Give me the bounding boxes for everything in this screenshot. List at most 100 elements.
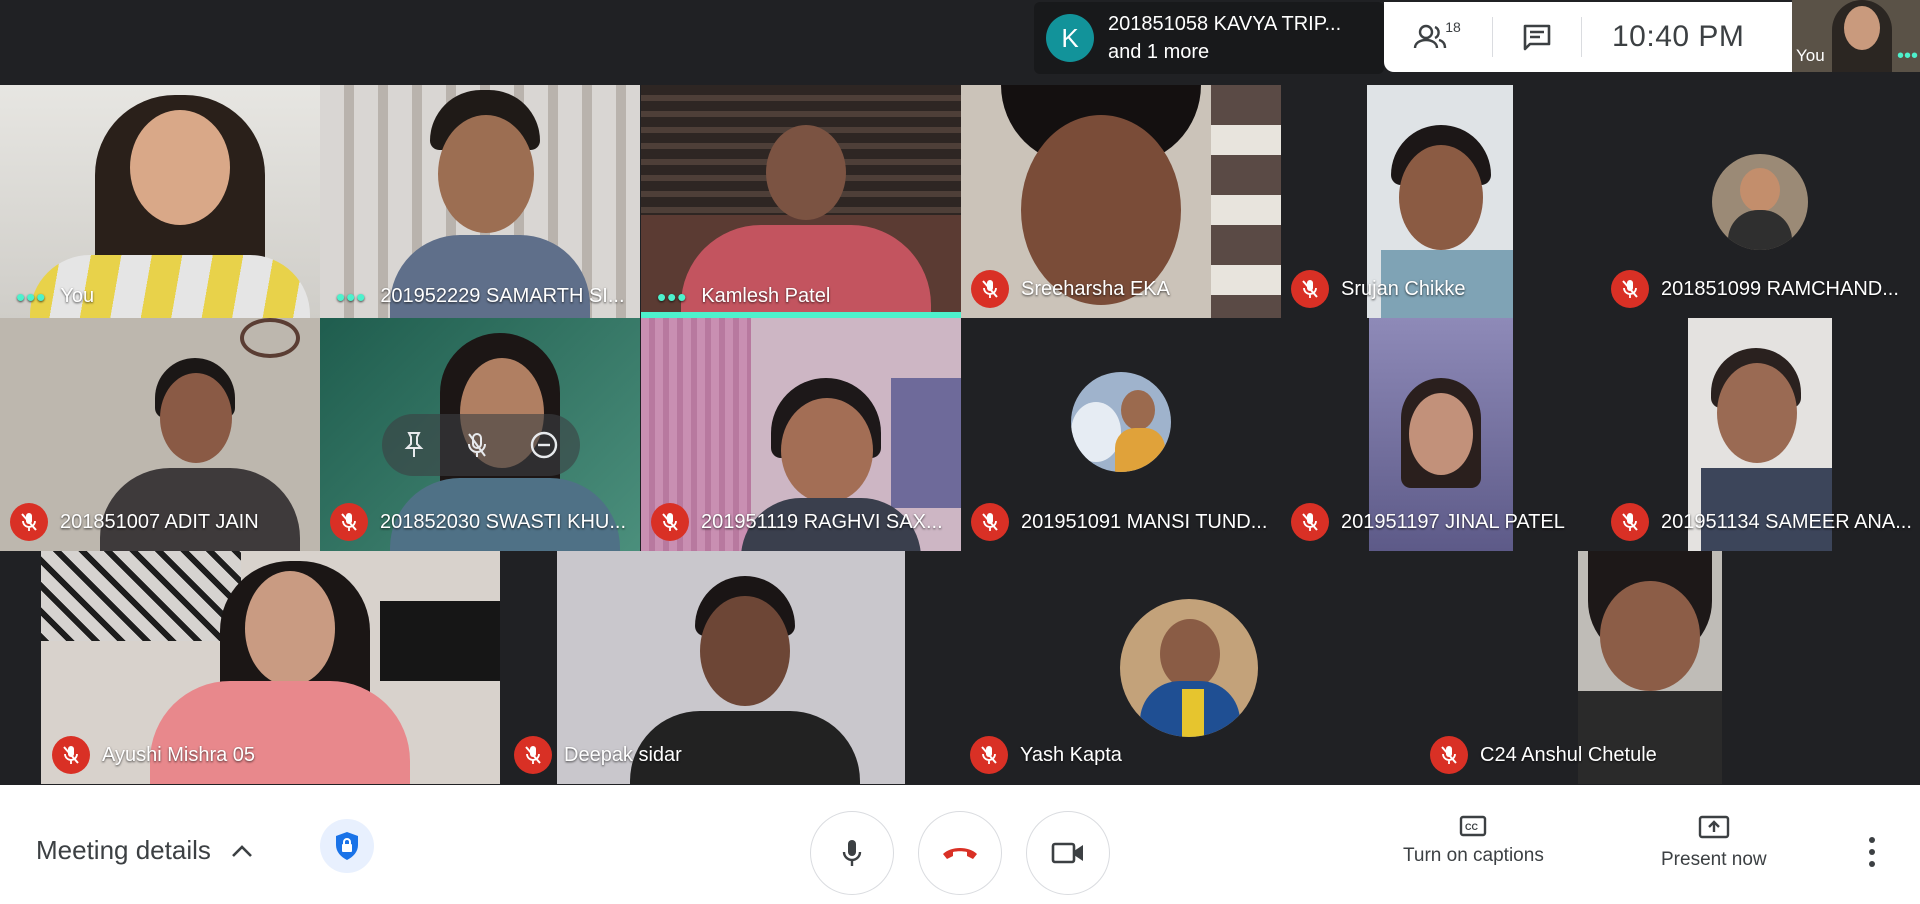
face-shape bbox=[700, 596, 790, 706]
microphone-button[interactable] bbox=[810, 811, 894, 895]
joiner-more: and 1 more bbox=[1108, 41, 1210, 63]
joiner-name: 201851058 KAVYA TRIP... bbox=[1108, 13, 1342, 35]
audio-indicator-icon: ••• bbox=[657, 281, 688, 312]
tile-label: 201951119 RAGHVI SAX... bbox=[651, 503, 943, 541]
security-button[interactable] bbox=[320, 819, 374, 873]
chat-button[interactable] bbox=[1493, 2, 1581, 72]
tile-label: Srujan Chikke bbox=[1291, 270, 1466, 308]
participant-name: 201952229 SAMARTH SI... bbox=[380, 285, 625, 307]
participant-tile[interactable]: Srujan Chikke bbox=[1281, 85, 1601, 318]
participant-tile[interactable]: Sreeharsha EKA bbox=[961, 85, 1281, 318]
participant-name: 201951119 RAGHVI SAX... bbox=[701, 510, 943, 533]
people-count: 18 bbox=[1445, 19, 1461, 35]
tile-label: 201851007 ADIT JAIN bbox=[10, 503, 259, 541]
mic-off-icon bbox=[514, 736, 552, 774]
self-face bbox=[1844, 6, 1880, 50]
participant-name: Yash Kapta bbox=[1020, 743, 1122, 766]
participant-tile[interactable]: Yash Kapta bbox=[960, 551, 1420, 784]
participant-tile[interactable]: ••• You bbox=[0, 85, 320, 318]
face-shape bbox=[245, 571, 335, 686]
participant-tile[interactable]: C24 Anshul Chetule bbox=[1420, 551, 1880, 784]
participant-name: 201951197 JINAL PATEL bbox=[1341, 510, 1565, 533]
participant-tile[interactable]: 201951134 SAMEER ANA... bbox=[1601, 318, 1920, 551]
participant-tile[interactable]: 201951119 RAGHVI SAX... bbox=[641, 318, 961, 551]
face-shape bbox=[1409, 393, 1473, 475]
face-shape bbox=[1717, 363, 1797, 463]
mic-off-icon bbox=[52, 736, 90, 774]
captions-button[interactable]: CC Turn on captions bbox=[1403, 815, 1544, 867]
present-now-button[interactable]: Present now bbox=[1661, 815, 1767, 871]
face-shape bbox=[1399, 145, 1483, 250]
participant-avatar bbox=[1071, 372, 1171, 472]
more-options-button[interactable] bbox=[1862, 837, 1882, 867]
window-grill-shape bbox=[41, 551, 241, 641]
mic-off-icon bbox=[10, 503, 48, 541]
face-shape bbox=[130, 110, 230, 225]
participant-tile[interactable]: 201851007 ADIT JAIN bbox=[0, 318, 320, 551]
captions-label: Turn on captions bbox=[1403, 845, 1544, 866]
participant-tile[interactable]: Ayushi Mishra 05 bbox=[0, 551, 500, 784]
camera-button[interactable] bbox=[1026, 811, 1110, 895]
participant-avatar bbox=[1712, 154, 1808, 250]
tile-hover-controls bbox=[382, 414, 580, 476]
tile-label: Deepak sidar bbox=[514, 736, 682, 774]
svg-text:CC: CC bbox=[1465, 822, 1478, 832]
tile-label: 201852030 SWASTI KHU... bbox=[330, 503, 626, 541]
participant-tile[interactable]: ••• Kamlesh Patel bbox=[641, 85, 961, 318]
end-call-button[interactable] bbox=[918, 811, 1002, 895]
phone-hangup-icon bbox=[943, 848, 977, 859]
meeting-details-button[interactable]: Meeting details bbox=[36, 835, 253, 866]
participant-name: You bbox=[60, 285, 95, 307]
self-view[interactable]: You ••• bbox=[1792, 0, 1920, 72]
bottom-toolbar: Meeting details CC Turn on captions Pres… bbox=[0, 785, 1920, 904]
audio-indicator-icon: ••• bbox=[16, 281, 47, 312]
face-shape bbox=[766, 125, 846, 220]
face-shape bbox=[160, 373, 232, 463]
participant-tile[interactable]: 201852030 SWASTI KHU... bbox=[320, 318, 640, 551]
mic-off-icon bbox=[1430, 736, 1468, 774]
participant-tile[interactable]: 201851099 RAMCHAND... bbox=[1601, 85, 1920, 318]
tile-label: Ayushi Mishra 05 bbox=[52, 736, 255, 774]
video-camera-icon bbox=[1051, 842, 1083, 864]
remove-participant-icon[interactable] bbox=[529, 430, 559, 460]
pin-icon[interactable] bbox=[403, 431, 425, 459]
tile-label: 201951197 JINAL PATEL bbox=[1291, 503, 1565, 541]
mic-off-icon bbox=[330, 503, 368, 541]
participant-name: 201951134 SAMEER ANA... bbox=[1661, 510, 1912, 533]
clock: 10:40 PM bbox=[1612, 20, 1745, 53]
present-now-label: Present now bbox=[1661, 849, 1767, 870]
wall-clock-shape bbox=[240, 318, 300, 358]
join-notification[interactable]: K 201851058 KAVYA TRIP... and 1 more bbox=[1034, 2, 1384, 74]
participant-name: Ayushi Mishra 05 bbox=[102, 743, 256, 766]
participant-tile[interactable]: Deepak sidar bbox=[500, 551, 960, 784]
people-button[interactable]: 18 bbox=[1384, 2, 1492, 72]
participant-name: Srujan Chikke bbox=[1341, 277, 1466, 300]
participant-name: Deepak sidar bbox=[564, 743, 682, 766]
mic-off-icon bbox=[971, 503, 1009, 541]
participant-tile[interactable]: ••• 201952229 SAMARTH SI... bbox=[320, 85, 640, 318]
tile-label: 201951134 SAMEER ANA... bbox=[1611, 503, 1912, 541]
tile-label: ••• 201952229 SAMARTH SI... bbox=[330, 284, 625, 310]
tile-label: Yash Kapta bbox=[970, 736, 1122, 774]
participant-name: Kamlesh Patel bbox=[701, 285, 831, 307]
tile-label: ••• Kamlesh Patel bbox=[651, 281, 831, 312]
chat-icon bbox=[1523, 24, 1551, 51]
joiner-avatar: K bbox=[1046, 14, 1094, 62]
people-icon bbox=[1414, 24, 1447, 49]
mic-off-icon bbox=[970, 736, 1008, 774]
participant-grid: ••• You ••• 201952229 SAMARTH SI... ••• Kam… bbox=[0, 85, 1920, 785]
face-shape bbox=[1600, 581, 1700, 691]
mic-off-icon bbox=[1611, 270, 1649, 308]
closed-captions-icon: CC bbox=[1460, 815, 1487, 837]
info-panel: 18 10:40 PM bbox=[1384, 2, 1792, 72]
participant-name: 201851007 ADIT JAIN bbox=[60, 510, 259, 533]
mic-off-icon bbox=[1291, 503, 1329, 541]
shield-lock-icon bbox=[336, 832, 358, 860]
participant-tile[interactable]: 201951091 MANSI TUND... bbox=[961, 318, 1281, 551]
participant-name: Sreeharsha EKA bbox=[1021, 277, 1170, 300]
tile-label: 201951091 MANSI TUND... bbox=[971, 503, 1267, 541]
mute-participant-icon[interactable] bbox=[466, 431, 488, 459]
tile-label: 201851099 RAMCHAND... bbox=[1611, 270, 1899, 308]
mic-off-icon bbox=[651, 503, 689, 541]
participant-tile[interactable]: 201951197 JINAL PATEL bbox=[1281, 318, 1601, 551]
